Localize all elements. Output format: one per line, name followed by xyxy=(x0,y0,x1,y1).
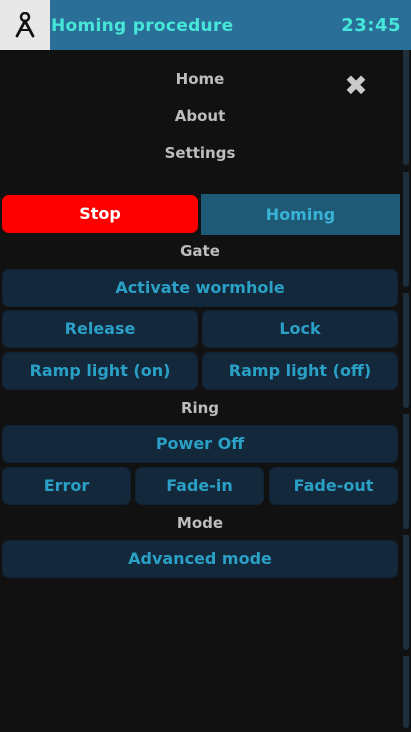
activate-wormhole-button[interactable]: Activate wormhole xyxy=(2,269,398,307)
fade-in-button[interactable]: Fade-in xyxy=(135,467,264,505)
stargate-figure-icon xyxy=(15,12,35,38)
advanced-mode-button[interactable]: Advanced mode xyxy=(2,540,398,578)
nav-settings[interactable]: Settings xyxy=(0,144,400,162)
release-button[interactable]: Release xyxy=(2,310,198,348)
scroll-segment xyxy=(403,172,409,287)
ramp-light-off-button[interactable]: Ramp light (off) xyxy=(202,352,398,390)
gate-section-label: Gate xyxy=(180,242,220,260)
close-icon[interactable]: ✖ xyxy=(344,72,368,100)
power-off-button[interactable]: Power Off xyxy=(2,425,398,463)
scroll-segment xyxy=(403,535,409,650)
top-bar: Homing procedure 23:45 xyxy=(0,0,411,50)
fade-out-button[interactable]: Fade-out xyxy=(269,467,398,505)
scroll-segment xyxy=(403,293,409,408)
mode-section-label: Mode xyxy=(176,514,224,532)
ramp-light-on-button[interactable]: Ramp light (on) xyxy=(2,352,198,390)
scroll-indicator xyxy=(401,50,411,732)
page-title: Homing procedure xyxy=(51,16,234,36)
homing-button[interactable]: Homing xyxy=(201,194,400,235)
lock-button[interactable]: Lock xyxy=(202,310,398,348)
stop-button[interactable]: Stop xyxy=(2,195,198,233)
scroll-segment xyxy=(403,414,409,529)
scroll-segment xyxy=(403,50,409,165)
error-button[interactable]: Error xyxy=(2,467,131,505)
clock: 23:45 xyxy=(341,15,401,36)
menu-logo-button[interactable] xyxy=(0,0,50,50)
ring-section-label: Ring xyxy=(180,399,220,417)
nav-about[interactable]: About xyxy=(0,107,400,125)
nav-home[interactable]: Home xyxy=(0,70,400,88)
scroll-segment xyxy=(403,656,409,728)
